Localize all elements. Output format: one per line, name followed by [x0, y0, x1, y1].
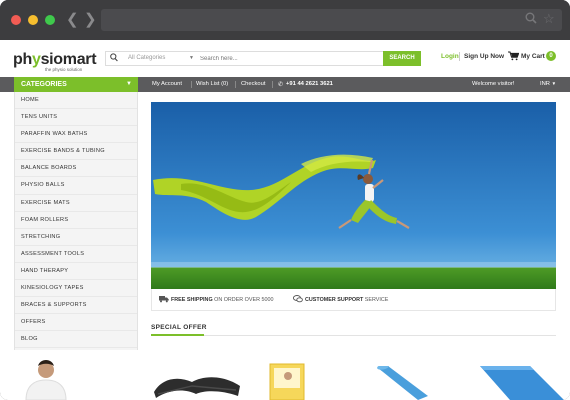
close-window-button[interactable]: [11, 15, 21, 25]
sidebar-item-assessment-tools[interactable]: ASSESSMENT TOOLS: [15, 246, 137, 263]
customer-support-text: CUSTOMER SUPPORT SERVICE: [305, 297, 389, 303]
product-thumbnail[interactable]: [374, 364, 430, 400]
sidebar-item-hand-therapy[interactable]: HAND THERAPY: [15, 263, 137, 281]
sidebar-item-stretching[interactable]: STRETCHING: [15, 229, 137, 246]
maximize-window-button[interactable]: [45, 15, 55, 25]
search-button[interactable]: SEARCH: [383, 51, 421, 66]
search-bar: All Categories ▼ SEARCH: [105, 51, 421, 66]
nav-wish-list[interactable]: Wish List (0): [196, 81, 228, 87]
divider: [191, 81, 192, 88]
categories-toggle[interactable]: CATEGORIES ▼: [14, 77, 138, 92]
nav-my-account[interactable]: My Account: [152, 81, 182, 87]
sidebar-item-foam-rollers[interactable]: FOAM ROLLERS: [15, 212, 137, 229]
phone-icon: ✆: [278, 82, 284, 88]
sidebar-item-offers[interactable]: OFFERS: [15, 314, 137, 332]
minimize-window-button[interactable]: [28, 15, 38, 25]
product-thumbnail[interactable]: [268, 362, 308, 400]
browser-titlebar: ❮ ❯ ☆: [0, 0, 570, 40]
categories-label: CATEGORIES: [21, 81, 67, 88]
sidebar-item-exercise-bands[interactable]: EXERCISE BANDS & TUBING: [15, 143, 137, 161]
sidebar-item-blog[interactable]: BLOG: [15, 331, 137, 349]
sidebar-item-exercise-mats[interactable]: EXERCISE MATS: [15, 195, 137, 212]
sidebar-item-balance-boards[interactable]: BALANCE BOARDS: [15, 160, 137, 178]
search-icon[interactable]: [525, 12, 537, 27]
site-tagline: the physio solution: [45, 67, 83, 72]
address-bar[interactable]: ☆: [101, 9, 562, 31]
free-shipping-text: FREE SHIPPING ON ORDER OVER 5000: [171, 297, 274, 303]
caret-down-icon: ▼: [551, 81, 557, 86]
back-arrow-icon[interactable]: ❮: [66, 11, 79, 29]
divider: [235, 81, 236, 88]
sidebar-item-tens-units[interactable]: TENS UNITS: [15, 109, 137, 127]
truck-icon: [159, 295, 169, 305]
sidebar-item-paraffin-wax-baths[interactable]: PARAFFIN WAX BATHS: [15, 126, 137, 144]
cart-link[interactable]: My Cart: [521, 53, 545, 60]
category-sidebar: HOME TENS UNITS PARAFFIN WAX BATHS EXERC…: [14, 92, 138, 350]
browser-window: ❮ ❯ ☆ physiomart the physio solution All…: [0, 0, 570, 400]
info-strip: FREE SHIPPING ON ORDER OVER 5000 CUSTOME…: [151, 289, 556, 311]
web-page: physiomart the physio solution All Categ…: [0, 40, 570, 400]
welcome-text: Welcome visitor!: [472, 81, 515, 87]
sidebar-item-physio-balls[interactable]: PHYSIO BALLS: [15, 177, 137, 195]
cart-icon[interactable]: [508, 51, 520, 63]
sidebar-item-home[interactable]: HOME: [15, 92, 137, 110]
search-icon: [110, 53, 118, 64]
signup-link[interactable]: Sign Up Now: [464, 53, 504, 60]
chat-bubble-icon: [292, 295, 303, 305]
nav-checkout[interactable]: Checkout: [241, 81, 266, 87]
divider: [459, 52, 460, 61]
sidebar-item-braces-supports[interactable]: BRACES & SUPPORTS: [15, 297, 137, 315]
bookmark-star-icon[interactable]: ☆: [543, 11, 555, 27]
category-select[interactable]: All Categories: [128, 55, 194, 61]
heading-accent: [151, 334, 204, 336]
divider: [151, 335, 556, 336]
product-thumbnail[interactable]: [152, 370, 242, 400]
special-offer-heading: SPECIAL OFFER: [151, 324, 207, 331]
sidebar-item-kinesiology-tapes[interactable]: KINESIOLOGY TAPES: [15, 280, 137, 298]
search-input[interactable]: [200, 53, 380, 64]
nav-phone[interactable]: +91 44 2621 3621: [286, 81, 333, 87]
login-link[interactable]: Login: [441, 53, 459, 60]
forward-arrow-icon[interactable]: ❯: [84, 11, 97, 29]
product-thumbnail[interactable]: [480, 366, 564, 400]
product-thumbnail[interactable]: [20, 358, 70, 400]
chevron-down-icon[interactable]: ▼: [189, 55, 194, 61]
hero-banner[interactable]: [151, 102, 556, 289]
divider: [272, 81, 273, 88]
currency-select[interactable]: INR ▼: [540, 81, 556, 87]
cart-count-badge: 0: [546, 51, 556, 61]
caret-down-icon: ▼: [126, 81, 132, 87]
